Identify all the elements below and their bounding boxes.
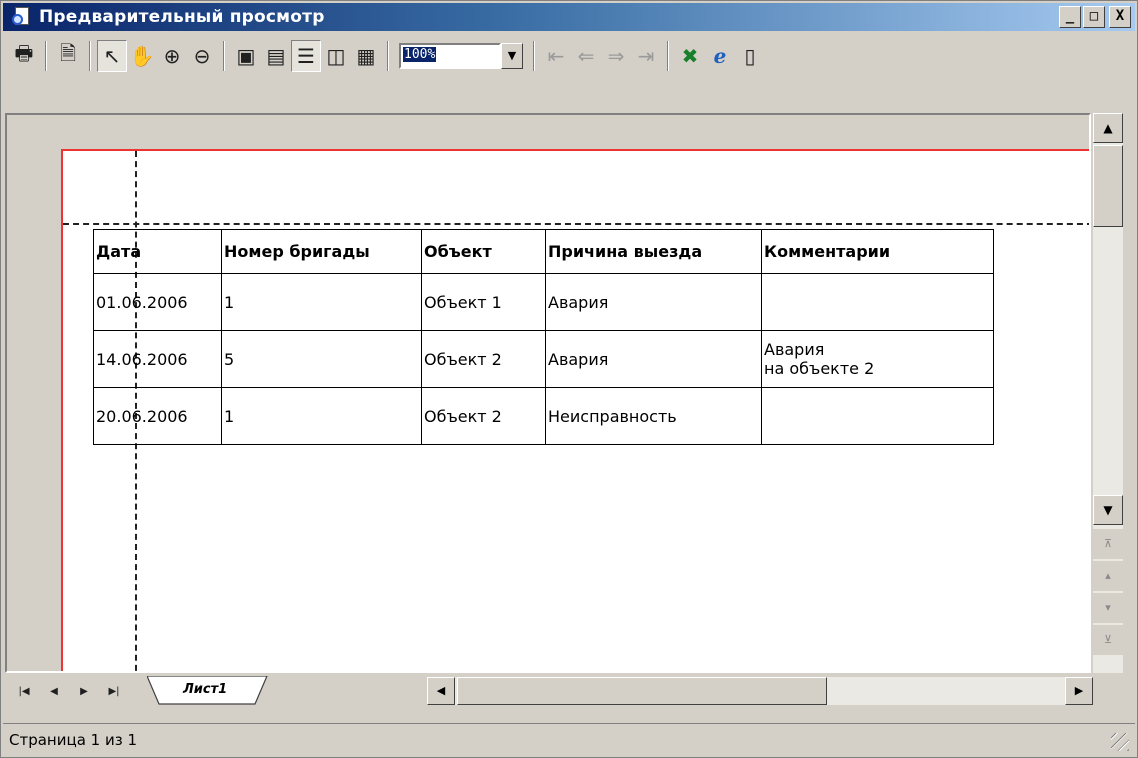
- preview-window: Предварительный просмотр _ □ X 🖶 🗎 ↖ ✋ ⊕…: [0, 0, 1138, 758]
- close-button[interactable]: X: [1109, 6, 1131, 28]
- table-header-cell: Причина выезда: [545, 229, 762, 274]
- toolbar-separator: [533, 41, 535, 71]
- select-pointer-icon[interactable]: ↖: [97, 40, 127, 72]
- table-row: 01.06.2006 1 Объект 1 Авария: [93, 273, 994, 331]
- print-preview-icon: [11, 6, 35, 28]
- toolbar-separator: [89, 41, 91, 71]
- toolbar-separator: [45, 41, 47, 71]
- multi-page-icon[interactable]: ▦: [351, 40, 381, 72]
- margin-guide-horizontal: [63, 223, 1089, 225]
- zoom-out-icon[interactable]: ⊖: [187, 40, 217, 72]
- table-cell: Авария: [545, 273, 762, 331]
- title-bar[interactable]: Предварительный просмотр _ □ X: [3, 3, 1135, 31]
- page-setup-icon[interactable]: 🗎: [53, 40, 83, 72]
- table-cell: 1: [221, 387, 422, 445]
- table-header-cell: Комментарии: [761, 229, 994, 274]
- vertical-scroll-thumb[interactable]: [1093, 145, 1123, 227]
- table-cell: [761, 273, 994, 331]
- export-html-icon[interactable]: ℯ: [705, 40, 735, 72]
- toolbar-separator: [667, 41, 669, 71]
- table-cell: 20.06.2006: [93, 387, 222, 445]
- table-header-cell: Номер бригады: [221, 229, 422, 274]
- last-sheet-icon[interactable]: ▶|: [99, 686, 129, 697]
- window-title: Предварительный просмотр: [39, 7, 325, 27]
- table-row: 20.06.2006 1 Объект 2 Неисправность: [93, 387, 994, 445]
- table-cell: Авария на объекте 2: [761, 330, 994, 388]
- table-cell: 01.06.2006: [93, 273, 222, 331]
- last-page-nav-icon[interactable]: ⊻: [1093, 625, 1123, 655]
- chevron-down-icon[interactable]: ▼: [501, 43, 523, 69]
- preview-area[interactable]: Дата Номер бригады Объект Причина выезда Ком…: [5, 113, 1091, 673]
- vertical-scrollbar[interactable]: ▲ ▼ ⊼ ▴ ▾ ⊻: [1093, 113, 1123, 673]
- table-row: 14.06.2006 5 Объект 2 Авария Авария на объек…: [93, 330, 994, 388]
- last-page-icon[interactable]: ⇥: [631, 40, 661, 72]
- table-cell: Авария: [545, 330, 762, 388]
- one-page-icon[interactable]: ☰: [291, 40, 321, 72]
- table-header-cell: Дата: [93, 229, 222, 274]
- table-cell: 5: [221, 330, 422, 388]
- first-page-icon[interactable]: ⇤: [541, 40, 571, 72]
- export-text-icon[interactable]: ▯: [735, 40, 765, 72]
- next-sheet-icon[interactable]: ▶: [69, 686, 99, 697]
- table-cell: Объект 2: [421, 387, 546, 445]
- maximize-button[interactable]: □: [1083, 6, 1105, 28]
- page-counter: Страница 1 из 1: [9, 730, 137, 749]
- table-cell: Объект 1: [421, 273, 546, 331]
- first-page-nav-icon[interactable]: ⊼: [1093, 529, 1123, 559]
- table-cell: 1: [221, 273, 422, 331]
- scroll-down-button[interactable]: ▼: [1093, 495, 1123, 525]
- toolbar-separator: [387, 41, 389, 71]
- scroll-left-button[interactable]: ◀: [427, 677, 455, 705]
- scroll-up-button[interactable]: ▲: [1093, 113, 1123, 143]
- sheet-navigation: |◀ ◀ ▶ ▶|: [5, 686, 145, 697]
- sheet-tab-bar: |◀ ◀ ▶ ▶| Лист1 ◀ ▶: [5, 675, 1093, 707]
- toolbar-separator: [223, 41, 225, 71]
- table-cell: 14.06.2006: [93, 330, 222, 388]
- export-excel-icon[interactable]: ✖: [675, 40, 705, 72]
- table-cell: Неисправность: [545, 387, 762, 445]
- toolbar: 🖶 🗎 ↖ ✋ ⊕ ⊖ ▣ ▤ ☰ ◫ ▦ 100% ▼ ⇤ ⇐ ⇒ ⇥ ✖ ℯ…: [3, 34, 1135, 78]
- table-header-row: Дата Номер бригады Объект Причина выезда Ком…: [93, 229, 994, 274]
- minimize-button[interactable]: _: [1059, 6, 1081, 28]
- prev-page-nav-icon[interactable]: ▴: [1093, 561, 1123, 591]
- prev-page-icon[interactable]: ⇐: [571, 40, 601, 72]
- horizontal-scrollbar[interactable]: ◀ ▶: [427, 677, 1093, 705]
- zoom-whole-icon[interactable]: ▤: [261, 40, 291, 72]
- scroll-right-button[interactable]: ▶: [1065, 677, 1093, 705]
- report-table: Дата Номер бригады Объект Причина выезда Ком…: [93, 229, 994, 445]
- zoom-input[interactable]: 100%: [399, 43, 501, 69]
- status-bar: Страница 1 из 1: [3, 723, 1135, 755]
- horizontal-scroll-thumb[interactable]: [457, 677, 827, 705]
- first-sheet-icon[interactable]: |◀: [9, 686, 39, 697]
- sheet-tab[interactable]: Лист1: [147, 676, 271, 706]
- next-page-icon[interactable]: ⇒: [601, 40, 631, 72]
- table-header-cell: Объект: [421, 229, 546, 274]
- table-cell: [761, 387, 994, 445]
- resize-grip-icon[interactable]: [1111, 733, 1129, 751]
- sheet-tab-label: Лист1: [183, 682, 228, 697]
- zoom-value: 100%: [403, 47, 437, 62]
- zoom-combobox[interactable]: 100% ▼: [399, 43, 523, 69]
- zoom-in-icon[interactable]: ⊕: [157, 40, 187, 72]
- table-cell: Объект 2: [421, 330, 546, 388]
- prev-sheet-icon[interactable]: ◀: [39, 686, 69, 697]
- next-page-nav-icon[interactable]: ▾: [1093, 593, 1123, 623]
- hand-icon[interactable]: ✋: [127, 40, 157, 72]
- printer-icon[interactable]: 🖶: [9, 40, 39, 72]
- two-pages-icon[interactable]: ◫: [321, 40, 351, 72]
- zoom-fit-icon[interactable]: ▣: [231, 40, 261, 72]
